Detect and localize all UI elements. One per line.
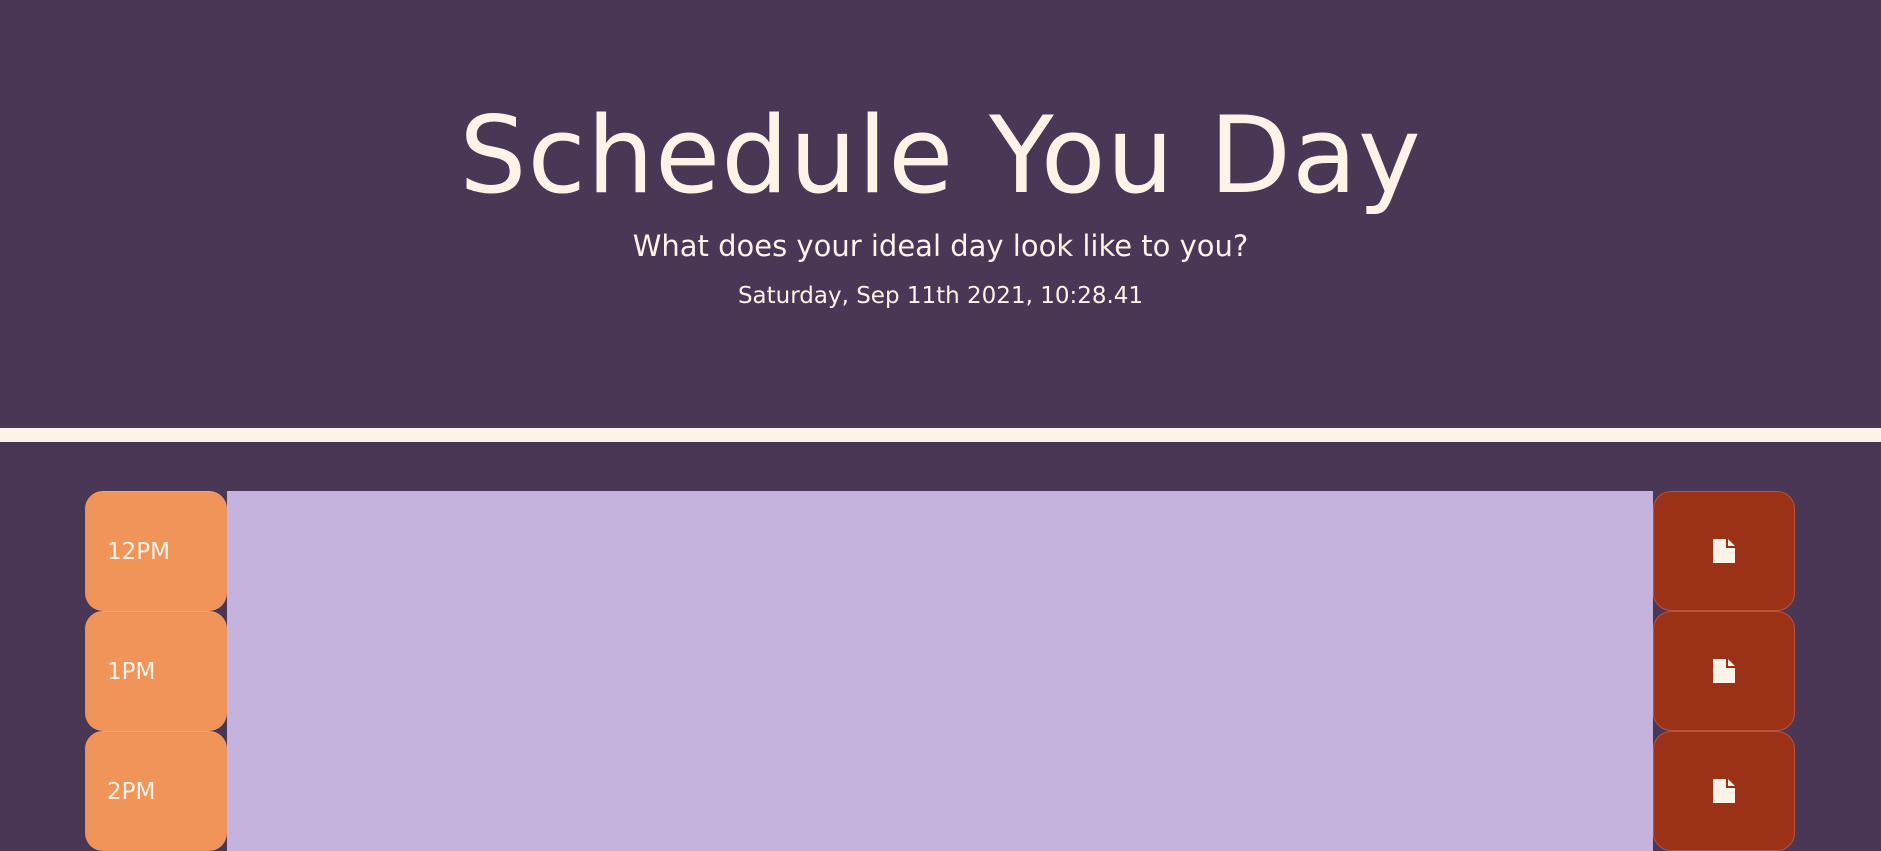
event-input[interactable]: [227, 611, 1653, 731]
time-block-2pm: 2PM: [85, 731, 1795, 851]
save-button[interactable]: [1653, 731, 1795, 851]
save-button[interactable]: [1653, 611, 1795, 731]
page-title: Schedule You Day: [459, 94, 1422, 217]
schedule-container: 12PM 1PM 2PM: [85, 491, 1795, 851]
save-button[interactable]: [1653, 491, 1795, 611]
header-divider: [0, 428, 1881, 442]
hour-label: 12PM: [85, 491, 227, 611]
time-block-1pm: 1PM: [85, 611, 1795, 731]
event-input[interactable]: [227, 491, 1653, 611]
time-block-12pm: 12PM: [85, 491, 1795, 611]
hour-label: 2PM: [85, 731, 227, 851]
hour-label: 1PM: [85, 611, 227, 731]
file-icon: [1713, 779, 1735, 803]
current-date-time: Saturday, Sep 11th 2021, 10:28.41: [737, 283, 1144, 309]
header: Schedule You Day What does your ideal da…: [0, 0, 1881, 428]
subtitle: What does your ideal day look like to yo…: [632, 229, 1249, 263]
event-input[interactable]: [227, 731, 1653, 851]
file-icon: [1713, 539, 1735, 563]
file-icon: [1713, 659, 1735, 683]
